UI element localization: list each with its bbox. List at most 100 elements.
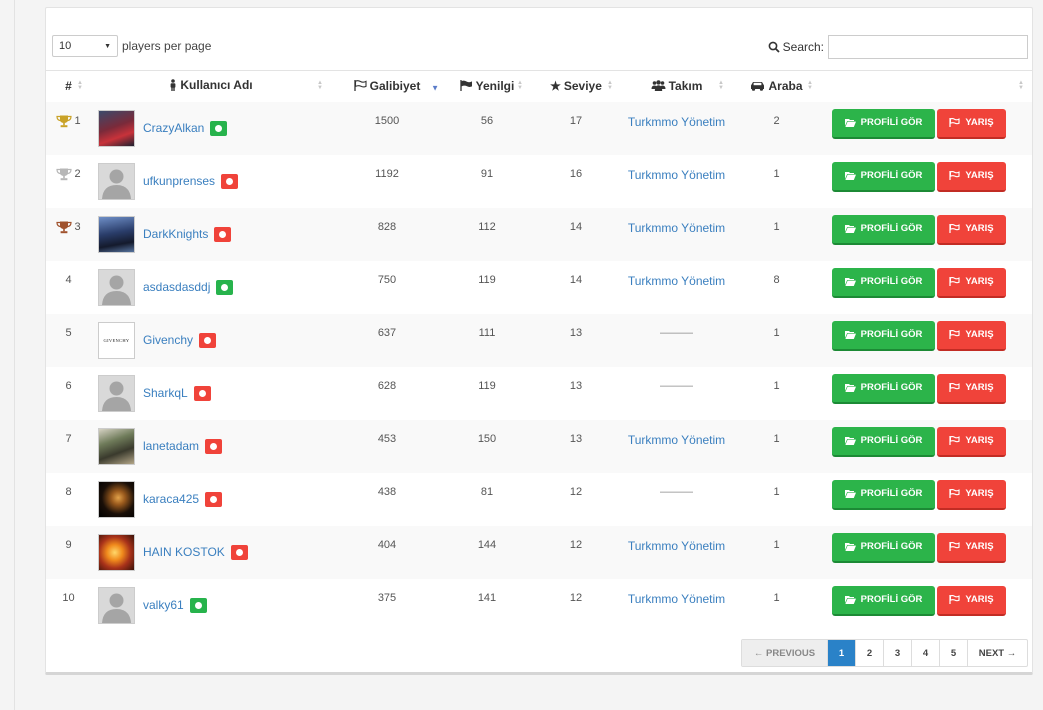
user-icon [170, 79, 176, 92]
folder-open-icon [844, 119, 856, 127]
username-link[interactable]: CrazyAlkan [143, 121, 204, 135]
team-link[interactable]: ——— [660, 327, 693, 339]
wins-cell: 750 [377, 273, 397, 286]
view-profile-button[interactable]: PROFİLİ GÖR [832, 426, 935, 457]
race-button[interactable]: YARIŞ [937, 373, 1006, 404]
avatar[interactable] [98, 162, 135, 200]
team-link[interactable]: ——— [660, 486, 693, 498]
flag-outline-icon [949, 595, 960, 604]
pagination-page-1[interactable]: 1 [827, 640, 855, 666]
status-indicator [214, 226, 232, 242]
col-header-losses[interactable]: Yenilgi ▲ ▼ [443, 71, 531, 102]
cars-cell: 1 [773, 220, 780, 233]
race-button[interactable]: YARIŞ [937, 267, 1006, 298]
col-header-cars[interactable]: Araba ▲ ▼ [732, 71, 821, 102]
team-cell: Turkmmo Yönetim [621, 579, 732, 632]
avatar[interactable] [98, 215, 135, 253]
cars-cell: 1 [773, 167, 780, 180]
avatar-photo [99, 534, 134, 570]
col-header-level[interactable]: ★ Seviye ▲ ▼ [531, 71, 621, 102]
username-link[interactable]: Givenchy [143, 333, 193, 347]
team-link[interactable]: Turkmmo Yönetim [628, 221, 725, 235]
race-button[interactable]: YARIŞ [937, 320, 1006, 351]
race-button[interactable]: YARIŞ [937, 161, 1006, 192]
pagination-page-4[interactable]: 4 [911, 640, 939, 666]
pagination-page-2[interactable]: 2 [855, 640, 883, 666]
avatar[interactable]: GIVENCHY [98, 321, 135, 359]
team-link[interactable]: Turkmmo Yönetim [628, 433, 725, 447]
race-button[interactable]: YARIŞ [937, 108, 1006, 139]
table-row: 8 karaca425 438 81 12 ——— 1 PROFİLİ GÖR … [46, 472, 1032, 526]
race-button[interactable]: YARIŞ [937, 479, 1006, 510]
avatar[interactable] [98, 586, 135, 624]
username-link[interactable]: ufkunprenses [143, 174, 215, 188]
col-header-username[interactable]: Kullanıcı Adı ▲ ▼ [91, 71, 331, 102]
team-cell: ——— [621, 314, 732, 367]
team-cell: Turkmmo Yönetim [621, 155, 732, 208]
view-profile-button[interactable]: PROFİLİ GÖR [832, 267, 935, 298]
flag-outline-icon [949, 277, 960, 286]
race-button[interactable]: YARIŞ [937, 532, 1006, 563]
search-input[interactable] [828, 35, 1028, 59]
pagination-next[interactable]: NEXT → [967, 640, 1027, 666]
user-cell: lanetadam [91, 420, 331, 473]
race-button[interactable]: YARIŞ [937, 585, 1006, 616]
avatar[interactable] [98, 374, 135, 412]
username-link[interactable]: lanetadam [143, 439, 199, 453]
avatar[interactable] [98, 109, 135, 147]
rank-cell: 2 [46, 155, 91, 208]
col-header-wins[interactable]: Galibiyet ▼ [331, 71, 443, 102]
team-link[interactable]: Turkmmo Yönetim [628, 168, 725, 182]
username-link[interactable]: valky61 [143, 598, 184, 612]
avatar[interactable] [98, 268, 135, 306]
col-header-actions[interactable]: ▲ ▼ [821, 71, 1032, 102]
username-link[interactable]: SharkqL [143, 386, 188, 400]
username-link[interactable]: HAIN KOSTOK [143, 545, 225, 559]
col-header-rank[interactable]: # ▲ ▼ [46, 71, 91, 102]
avatar[interactable] [98, 533, 135, 571]
rank-cell: 6 [46, 367, 91, 420]
team-link[interactable]: Turkmmo Yönetim [628, 274, 725, 288]
view-profile-button[interactable]: PROFİLİ GÖR [832, 214, 935, 245]
table-row: 7 lanetadam 453 150 13 Turkmmo Yönetim 1… [46, 419, 1032, 473]
race-button[interactable]: YARIŞ [937, 214, 1006, 245]
flag-outline-icon [949, 330, 960, 339]
flag-outline-icon [949, 224, 960, 233]
view-profile-button[interactable]: PROFİLİ GÖR [832, 585, 935, 616]
team-cell: ——— [621, 367, 732, 420]
folder-open-icon [844, 172, 856, 180]
view-profile-button[interactable]: PROFİLİ GÖR [832, 479, 935, 510]
team-link[interactable]: Turkmmo Yönetim [628, 592, 725, 606]
sort-icon: ▲ ▼ [517, 80, 523, 92]
star-icon: ★ [550, 79, 561, 94]
wins-cell: 453 [377, 432, 397, 445]
avatar[interactable] [98, 427, 135, 465]
pagination: ← PREVIOUS 1 2 3 4 5 NEXT → [741, 639, 1028, 667]
folder-open-icon [844, 278, 856, 286]
flag-outline-icon [949, 489, 960, 498]
view-profile-button[interactable]: PROFİLİ GÖR [832, 320, 935, 351]
team-link[interactable]: Turkmmo Yönetim [628, 539, 725, 553]
rank-number: 10 [62, 591, 75, 604]
view-profile-button[interactable]: PROFİLİ GÖR [832, 161, 935, 192]
team-cell: Turkmmo Yönetim [621, 261, 732, 314]
pagination-page-5[interactable]: 5 [939, 640, 967, 666]
pagination-previous[interactable]: ← PREVIOUS [742, 640, 827, 666]
team-link[interactable]: ——— [660, 380, 693, 392]
view-profile-button[interactable]: PROFİLİ GÖR [832, 532, 935, 563]
avatar[interactable] [98, 480, 135, 518]
rank-cell: 7 [46, 420, 91, 473]
view-profile-button[interactable]: PROFİLİ GÖR [832, 108, 935, 139]
rank-number: 5 [65, 326, 72, 339]
username-link[interactable]: asdasdasddj [143, 280, 210, 294]
view-profile-button[interactable]: PROFİLİ GÖR [832, 373, 935, 404]
page-length-select[interactable]: 10 ▼ [52, 35, 118, 57]
losses-cell: 112 [478, 220, 496, 233]
race-button[interactable]: YARIŞ [937, 426, 1006, 457]
col-header-team[interactable]: Takım ▲ ▼ [621, 71, 732, 102]
team-link[interactable]: Turkmmo Yönetim [628, 115, 725, 129]
username-link[interactable]: karaca425 [143, 492, 199, 506]
username-link[interactable]: DarkKnights [143, 227, 208, 241]
pagination-page-3[interactable]: 3 [883, 640, 911, 666]
cars-cell: 8 [773, 273, 780, 286]
